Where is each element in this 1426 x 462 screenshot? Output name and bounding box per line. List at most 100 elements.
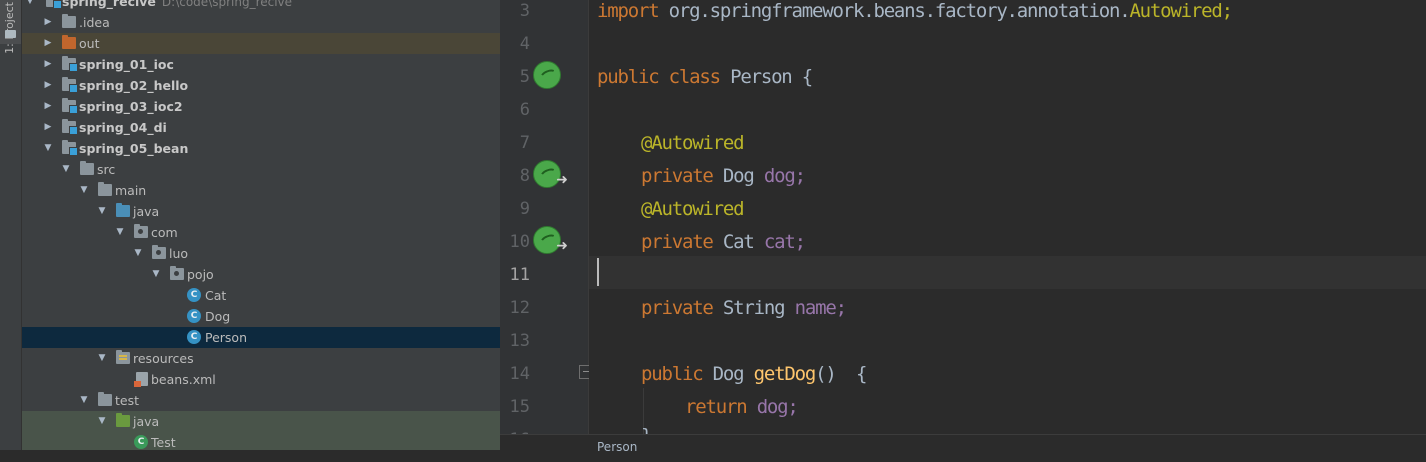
code-line-16: } [641,425,652,434]
project-tree[interactable]: ▼ spring_recive D:\code\spring_recive ▶ .… [22,0,500,450]
code-line-8: private Dog dog; [641,165,806,187]
spring-xml-icon [134,372,148,387]
folder-icon [80,161,94,175]
tree-item-test[interactable]: ▼ test [22,390,500,411]
folder-icon [98,182,112,196]
tree-item-label: resources [133,351,194,366]
chevron-down-icon[interactable]: ▼ [42,138,54,159]
tree-item-spring-01-ioc[interactable]: ▶ spring_01_ioc [22,54,500,75]
chevron-down-icon[interactable]: ▼ [96,411,108,432]
project-tool-label: 1: Project [3,2,16,54]
package-icon [152,245,166,259]
class-icon: C [187,309,201,323]
chevron-down-icon[interactable]: ▼ [96,201,108,222]
line-number: 12 [509,298,530,318]
tree-item-label: Cat [205,288,227,303]
code-line-5: public class Person { [597,66,813,88]
chevron-down-icon[interactable]: ▼ [150,264,162,285]
class-icon: C [187,330,201,344]
line-number: 3 [519,1,530,21]
chevron-right-icon[interactable]: ▶ [42,96,54,117]
module-icon [62,77,78,93]
arrow-right-icon: ➜ [556,238,568,254]
line-number: 14 [509,364,530,384]
autowired-navigation-icon[interactable]: ➜ [533,226,568,254]
tree-item-label: java [133,204,160,219]
autowired-navigation-icon[interactable]: ➜ [533,160,568,188]
tree-item-label: src [97,162,116,177]
chevron-right-icon[interactable]: ▶ [42,54,54,75]
tree-item-label: spring_05_bean [79,141,189,156]
tree-item-cat[interactable]: C Cat [22,285,500,306]
tree-item-com[interactable]: ▼ com [22,222,500,243]
tree-item-label: luo [169,246,189,261]
tree-item-test-java[interactable]: ▼ java [22,411,500,432]
module-icon [62,56,78,72]
chevron-down-icon[interactable]: ▼ [96,348,108,369]
code-line-15: return dog; [685,396,799,418]
breadcrumb-class[interactable]: Person [597,440,637,454]
code-line-7: @Autowired [641,132,745,154]
tree-item-java[interactable]: ▼ java [22,201,500,222]
module-icon [62,98,78,114]
tree-item-spring-05-bean[interactable]: ▼ spring_05_bean [22,138,500,159]
line-number: 6 [519,100,530,120]
folder-icon [62,14,76,28]
tree-item-out[interactable]: ▶ out [22,33,500,54]
tree-item-person[interactable]: C Person [22,327,500,348]
chevron-down-icon[interactable]: ▼ [60,159,72,180]
source-folder-icon [116,203,130,217]
chevron-right-icon[interactable]: ▶ [42,75,54,96]
line-number: 13 [509,331,530,351]
tree-item-main[interactable]: ▼ main [22,180,500,201]
chevron-down-icon[interactable]: ▼ [24,0,36,12]
project-tool-tab[interactable]: 1: Project [0,0,21,54]
line-number: 8 [519,166,530,186]
tree-item-test-class[interactable]: C Test [22,432,500,450]
tree-item-label: spring_04_di [79,120,167,135]
tree-item-luo[interactable]: ▼ luo [22,243,500,264]
tree-item-spring-03-ioc2[interactable]: ▶ spring_03_ioc2 [22,96,500,117]
tree-item-idea[interactable]: ▶ .idea [22,12,500,33]
line-number: 4 [519,34,530,54]
tree-item-beans-xml[interactable]: beans.xml [22,369,500,390]
test-class-icon: C [134,435,148,449]
module-icon [62,140,78,156]
code-line-14: public Dog getDog() { [641,363,867,385]
tree-item-pojo[interactable]: ▼ pojo [22,264,500,285]
tree-item-path: D:\code\spring_recive [161,0,293,9]
code-line-3: import org.springframework.beans.factory… [597,0,1233,22]
code-line-10: private Cat cat; [641,231,806,253]
tree-item-label: main [115,183,147,198]
code-line-9: @Autowired [641,198,745,220]
line-number: 10 [509,232,530,252]
code-editor[interactable]: import org.springframework.beans.factory… [589,0,1426,434]
chevron-right-icon[interactable]: ▶ [42,12,54,33]
tree-item-spring-02-hello[interactable]: ▶ spring_02_hello [22,75,500,96]
chevron-down-icon[interactable]: ▼ [114,222,126,243]
tree-item-root[interactable]: ▼ spring_recive D:\code\spring_recive [22,0,500,12]
tree-item-label: spring_01_ioc [79,57,174,72]
tree-item-label: beans.xml [151,372,216,387]
tree-item-spring-04-di[interactable]: ▶ spring_04_di [22,117,500,138]
chevron-down-icon[interactable]: ▼ [132,243,144,264]
code-line-12: private String name; [641,297,847,319]
chevron-right-icon[interactable]: ▶ [42,33,54,54]
package-icon [134,224,148,238]
tree-item-src[interactable]: ▼ src [22,159,500,180]
chevron-down-icon[interactable]: ▼ [78,180,90,201]
tree-item-dog[interactable]: C Dog [22,306,500,327]
tool-window-strip: 1: Project [0,0,22,450]
spring-bean-icon[interactable] [533,61,561,89]
editor-gutter[interactable]: 3 4 5 6 7 8 ➜ 9 10 ➜ 11 12 13 14 15 16 [500,0,593,450]
line-number: 5 [519,67,530,87]
tree-item-label: spring_recive [62,0,156,9]
folder-icon [98,392,112,406]
chevron-right-icon[interactable]: ▶ [42,117,54,138]
excluded-folder-icon [62,35,76,49]
tree-item-label: spring_03_ioc2 [79,99,183,114]
tree-item-label: .idea [79,15,110,30]
chevron-down-icon[interactable]: ▼ [78,390,90,411]
tree-item-resources[interactable]: ▼ resources [22,348,500,369]
tree-item-label: spring_02_hello [79,78,189,93]
